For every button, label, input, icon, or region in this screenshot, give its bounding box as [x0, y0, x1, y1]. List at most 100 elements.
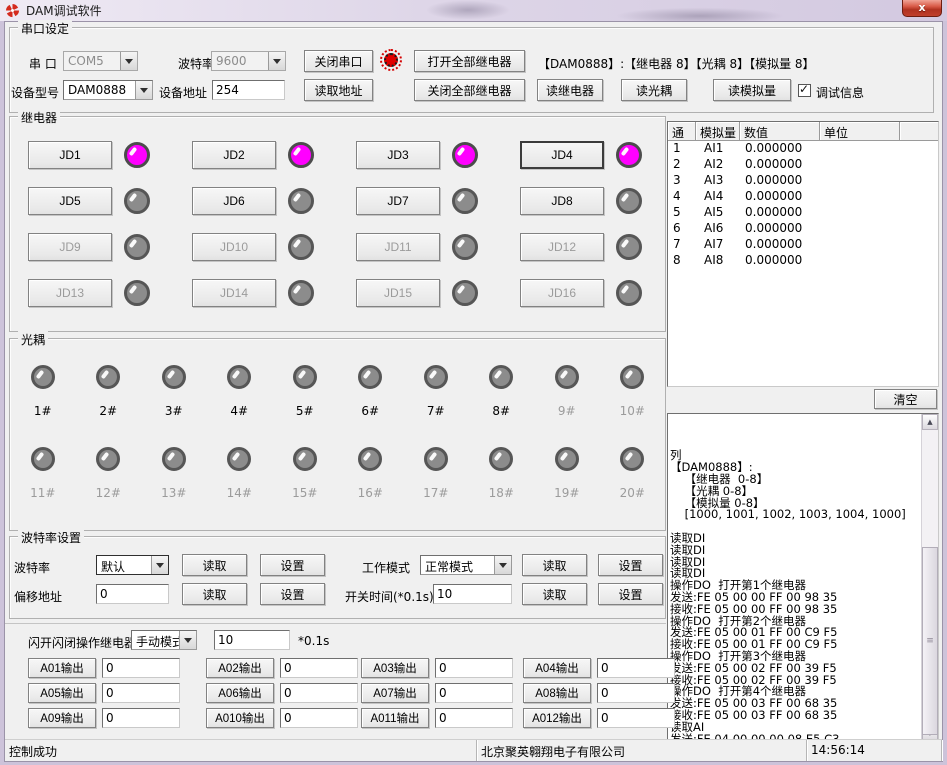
output-button[interactable]: A010输出: [206, 708, 274, 728]
relay-button[interactable]: JD4: [520, 141, 604, 169]
offset-read-button[interactable]: 读取: [182, 583, 247, 605]
chevron-down-icon[interactable]: [268, 52, 285, 70]
table-row[interactable]: 8 AI8 0.000000: [668, 253, 938, 269]
read-analog-button[interactable]: 读模拟量: [713, 79, 791, 101]
output-button[interactable]: A08输出: [523, 683, 591, 703]
scrollbar-track[interactable]: ≡: [922, 430, 938, 725]
output-button[interactable]: A06输出: [206, 683, 274, 703]
mode-read-button[interactable]: 读取: [522, 554, 587, 576]
device-address-input[interactable]: [212, 80, 285, 100]
relay-button[interactable]: JD12: [520, 233, 604, 261]
relay-button[interactable]: JD15: [356, 279, 440, 307]
col-header-channel[interactable]: 通: [668, 122, 696, 141]
chevron-down-icon[interactable]: [494, 556, 511, 574]
output-value-input[interactable]: [597, 658, 675, 678]
table-row[interactable]: 4 AI4 0.000000: [668, 189, 938, 205]
output-button[interactable]: A05输出: [28, 683, 96, 703]
relay-button[interactable]: JD13: [28, 279, 112, 307]
relay-button[interactable]: JD14: [192, 279, 276, 307]
output-button[interactable]: A02输出: [206, 658, 274, 678]
switch-time-read-button[interactable]: 读取: [522, 583, 587, 605]
scroll-up-icon[interactable]: ▲: [922, 414, 938, 430]
relay-button[interactable]: JD5: [28, 187, 112, 215]
port-label: 串 口: [29, 55, 57, 72]
table-row[interactable]: 2 AI2 0.000000: [668, 157, 938, 173]
output-value-input[interactable]: [102, 708, 180, 728]
output-value-input[interactable]: [435, 658, 513, 678]
model-select[interactable]: DAM0888: [63, 80, 153, 100]
output-value-input[interactable]: [280, 658, 358, 678]
output-value-input[interactable]: [597, 708, 675, 728]
relay-button[interactable]: JD9: [28, 233, 112, 261]
output-value-input[interactable]: [597, 683, 675, 703]
baud-read-button[interactable]: 读取: [182, 554, 247, 576]
switch-time-set-button[interactable]: 设置: [598, 583, 663, 605]
read-opto-button[interactable]: 读光耦: [621, 79, 687, 101]
log-text[interactable]: 列【DAM0888】: 【继电器 0-8】 【光耦 0-8】 【模拟量 0-8】…: [668, 414, 921, 741]
opto-led-indicator: [620, 447, 644, 471]
col-header-analog[interactable]: 模拟量: [696, 122, 740, 141]
port-select[interactable]: COM5: [63, 51, 138, 71]
output-value-input[interactable]: [280, 683, 358, 703]
switch-time-input[interactable]: [433, 584, 512, 604]
clear-log-button[interactable]: 清空: [874, 389, 937, 409]
chevron-down-icon[interactable]: [179, 631, 196, 649]
read-relay-button[interactable]: 读继电器: [537, 79, 603, 101]
relay-cell: JD10: [174, 233, 338, 261]
output-value-input[interactable]: [102, 658, 180, 678]
relay-button[interactable]: JD11: [356, 233, 440, 261]
chevron-down-icon[interactable]: [151, 556, 168, 574]
flash-time-input[interactable]: [214, 630, 290, 650]
chevron-down-icon[interactable]: [120, 52, 137, 70]
output-button[interactable]: A09输出: [28, 708, 96, 728]
scrollbar-thumb[interactable]: ≡: [922, 547, 938, 735]
baud-set-button[interactable]: 设置: [260, 554, 325, 576]
table-row[interactable]: 1 AI1 0.000000: [668, 141, 938, 157]
output-button[interactable]: A07输出: [361, 683, 429, 703]
output-button[interactable]: A01输出: [28, 658, 96, 678]
output-button[interactable]: A04输出: [523, 658, 591, 678]
relay-button[interactable]: JD3: [356, 141, 440, 169]
open-all-relays-button[interactable]: 打开全部继电器: [414, 50, 525, 72]
work-mode-select[interactable]: 正常模式: [420, 555, 512, 575]
output-value-input[interactable]: [102, 683, 180, 703]
offset-set-button[interactable]: 设置: [260, 583, 325, 605]
col-header-unit[interactable]: 单位: [820, 122, 900, 141]
relay-button[interactable]: JD16: [520, 279, 604, 307]
output-value-input[interactable]: [435, 683, 513, 703]
table-row[interactable]: 6 AI6 0.000000: [668, 221, 938, 237]
offset-address-input[interactable]: [96, 584, 169, 604]
relay-button[interactable]: JD8: [520, 187, 604, 215]
log-scrollbar[interactable]: ▲ ≡ ▼: [921, 414, 938, 741]
relay-button[interactable]: JD10: [192, 233, 276, 261]
output-button[interactable]: A012输出: [523, 708, 591, 728]
output-value-input[interactable]: [280, 708, 358, 728]
table-row[interactable]: 7 AI7 0.000000: [668, 237, 938, 253]
cell-analog-name: AI1: [696, 141, 740, 157]
mode-set-button[interactable]: 设置: [598, 554, 663, 576]
relay-button[interactable]: JD7: [356, 187, 440, 215]
table-row[interactable]: 5 AI5 0.000000: [668, 205, 938, 221]
col-header-value[interactable]: 数值: [740, 122, 820, 141]
read-address-button[interactable]: 读取地址: [304, 79, 373, 101]
relay-button[interactable]: JD6: [192, 187, 276, 215]
relay-button[interactable]: JD2: [192, 141, 276, 169]
flash-mode-select[interactable]: 手动模式: [131, 630, 197, 650]
close-button[interactable]: x: [902, 0, 942, 17]
close-all-relays-button[interactable]: 关闭全部继电器: [414, 79, 525, 101]
output-cell: A06输出: [206, 683, 361, 703]
debug-info-label: 调试信息: [816, 84, 864, 101]
close-port-button[interactable]: 关闭串口: [304, 50, 373, 72]
relay-button[interactable]: JD1: [28, 141, 112, 169]
output-button[interactable]: A011输出: [361, 708, 429, 728]
baud-setting-select[interactable]: 默认: [96, 555, 169, 575]
output-value-input[interactable]: [435, 708, 513, 728]
debug-info-checkbox[interactable]: [798, 84, 811, 97]
chevron-down-icon[interactable]: [135, 81, 152, 99]
relay-led-indicator: [616, 234, 642, 260]
log-line: 读取DI: [670, 533, 921, 545]
relay-cell: JD2: [174, 141, 338, 169]
output-button[interactable]: A03输出: [361, 658, 429, 678]
baud-select[interactable]: 9600: [211, 51, 286, 71]
table-row[interactable]: 3 AI3 0.000000: [668, 173, 938, 189]
